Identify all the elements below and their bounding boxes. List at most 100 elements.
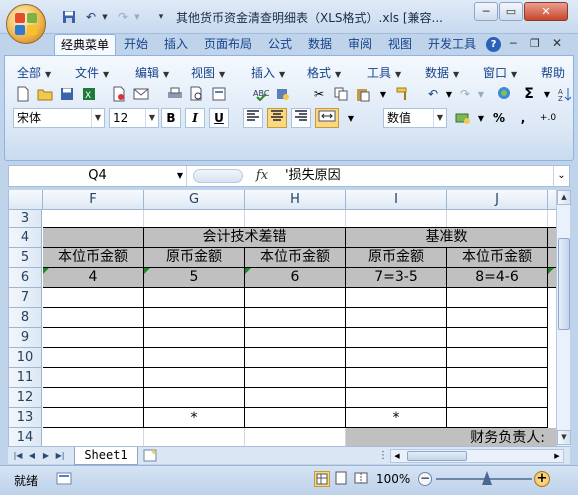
formula-bar-splitter[interactable] (193, 169, 243, 183)
column-header[interactable]: G (144, 190, 245, 210)
cell[interactable] (144, 210, 245, 228)
tab-insert[interactable]: 插入 (158, 34, 194, 56)
scroll-thumb[interactable] (558, 238, 570, 330)
tab-view[interactable]: 视图 (382, 34, 418, 56)
cell[interactable] (245, 408, 346, 428)
format-painter-icon[interactable] (393, 84, 413, 104)
row-header[interactable]: 3 (9, 210, 42, 228)
prev-sheet-icon[interactable]: ◀ (26, 449, 38, 463)
increase-decimal-button[interactable]: +.0 (535, 108, 561, 128)
cell[interactable] (346, 288, 447, 308)
spelling-icon[interactable]: ABC (251, 84, 271, 104)
cell[interactable] (447, 368, 548, 388)
signature-label[interactable]: 财务负责人: (346, 428, 565, 446)
sort-icon[interactable]: AZ (555, 84, 575, 104)
cell-index[interactable]: 4 (43, 268, 144, 288)
name-box[interactable]: Q4 (9, 166, 187, 186)
percent-button[interactable]: % (489, 108, 509, 128)
customize-qat-icon[interactable]: ▾ (152, 8, 170, 26)
cell-header-label[interactable]: 本位币金额 (43, 248, 144, 268)
cell[interactable] (346, 210, 447, 228)
menu-insert[interactable]: 插入 ▼ (251, 64, 285, 81)
tab-developer[interactable]: 开发工具 (422, 34, 482, 56)
cell[interactable] (245, 368, 346, 388)
menu-all[interactable]: 全部 ▼ (17, 64, 51, 81)
menu-window[interactable]: 窗口 ▼ (483, 64, 517, 81)
tab-classic-menu[interactable]: 经典菜单 (54, 34, 117, 56)
currency-dropdown-icon[interactable]: ▼ (471, 108, 491, 128)
merged-header-accounting-error[interactable]: 会计技术差错 (144, 228, 346, 248)
cell[interactable] (245, 348, 346, 368)
zoom-level[interactable]: 100% (376, 472, 410, 486)
bold-button[interactable]: B (161, 108, 181, 128)
menu-format[interactable]: 格式 ▼ (307, 64, 341, 81)
maximize-button[interactable]: ▭ (499, 2, 523, 21)
cell[interactable] (43, 308, 144, 328)
menu-tools[interactable]: 工具 ▼ (367, 64, 401, 81)
cell[interactable] (144, 388, 245, 408)
save-icon[interactable] (57, 84, 77, 104)
normal-view-button[interactable] (314, 471, 330, 487)
autosum-dropdown-icon[interactable]: ▼ (537, 84, 557, 104)
tab-page-layout[interactable]: 页面布局 (198, 34, 258, 56)
cell[interactable] (245, 328, 346, 348)
tab-data[interactable]: 数据 (302, 34, 338, 56)
macro-record-icon[interactable] (56, 471, 74, 487)
redo-dropdown-icon[interactable]: ▼ (471, 84, 491, 104)
last-sheet-icon[interactable]: ▶| (54, 449, 66, 463)
copy-icon[interactable] (331, 84, 351, 104)
cell[interactable] (43, 348, 144, 368)
merge-center-button[interactable] (315, 108, 339, 128)
cell[interactable] (447, 308, 548, 328)
cell[interactable] (43, 288, 144, 308)
tab-review[interactable]: 审阅 (342, 34, 378, 56)
column-header[interactable]: J (447, 190, 548, 210)
undo-dropdown-icon[interactable]: ▼ (96, 8, 114, 26)
minimize-button[interactable]: ─ (474, 2, 498, 21)
cell[interactable] (43, 228, 144, 248)
cell[interactable] (43, 210, 144, 228)
cell-header-label[interactable]: 本位币金额 (447, 248, 548, 268)
cell-header-label[interactable]: 本位币金额 (245, 248, 346, 268)
cell-index[interactable]: 6 (245, 268, 346, 288)
page-break-view-button[interactable] (354, 471, 370, 487)
expand-formula-icon[interactable]: ⌄ (553, 166, 569, 186)
vertical-scrollbar[interactable]: ▲ ▼ (556, 190, 571, 446)
cell[interactable] (43, 388, 144, 408)
cell[interactable] (447, 288, 548, 308)
cell[interactable] (43, 428, 144, 446)
email-icon[interactable] (131, 84, 151, 104)
menu-edit[interactable]: 编辑 ▼ (135, 64, 169, 81)
page-layout-view-button[interactable] (334, 471, 350, 487)
cell-total-marker[interactable]: * (144, 408, 245, 428)
cell[interactable] (346, 308, 447, 328)
menu-help[interactable]: 帮助 (541, 64, 565, 81)
cell[interactable] (245, 388, 346, 408)
column-header[interactable]: H (245, 190, 346, 210)
cell[interactable] (144, 328, 245, 348)
cell[interactable] (43, 328, 144, 348)
paste-dropdown-icon[interactable]: ▼ (373, 84, 393, 104)
permission-icon[interactable] (109, 84, 129, 104)
font-name-select[interactable]: 宋体 ▼ (13, 108, 105, 128)
cell[interactable] (447, 210, 548, 228)
row-header[interactable]: 10 (9, 348, 42, 368)
row-header[interactable]: 6 (9, 268, 42, 288)
horizontal-scroll-thumb[interactable] (407, 451, 467, 461)
new-icon[interactable] (13, 84, 33, 104)
tab-formulas[interactable]: 公式 (262, 34, 298, 56)
insert-function-icon[interactable]: fx (247, 166, 277, 186)
redo-dropdown-icon[interactable]: ▼ (128, 8, 146, 26)
cell[interactable] (144, 288, 245, 308)
cell[interactable] (144, 428, 245, 446)
office-button[interactable] (6, 4, 46, 44)
paste-icon[interactable] (353, 84, 373, 104)
save-icon[interactable] (60, 8, 78, 26)
zoom-in-icon[interactable]: + (534, 471, 550, 487)
row-header[interactable]: 4 (9, 228, 42, 248)
first-sheet-icon[interactable]: |◀ (12, 449, 24, 463)
cell[interactable] (245, 288, 346, 308)
cell[interactable] (346, 328, 447, 348)
font-size-select[interactable]: 12 ▼ (109, 108, 159, 128)
cell[interactable] (43, 408, 144, 428)
